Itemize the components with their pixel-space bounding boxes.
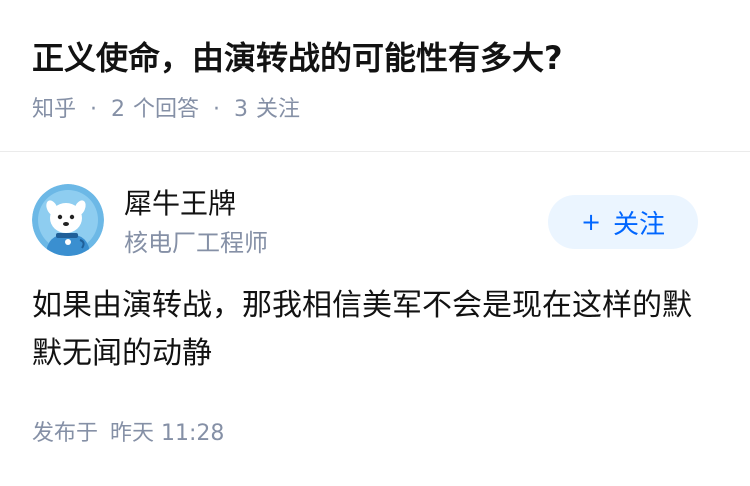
- follow-button[interactable]: + 关注: [548, 195, 698, 249]
- answer-content[interactable]: 如果由演转战，那我相信美军不会是现在这样的默默无闻的动静: [32, 282, 712, 378]
- question-title[interactable]: 正义使命，由演转战的可能性有多大?: [32, 34, 563, 82]
- blue-dog-avatar-icon: [32, 184, 104, 256]
- followers-label[interactable]: 关注: [256, 94, 300, 126]
- answers-count: 2: [111, 97, 126, 122]
- question-header: 正义使命，由演转战的可能性有多大? 知乎 · 2 个回答 · 3 关注: [0, 0, 750, 152]
- author-headline: 核电厂工程师: [124, 229, 268, 257]
- published-label: 发布于: [32, 421, 99, 446]
- followers-count: 3: [234, 97, 249, 122]
- question-meta: 知乎 · 2 个回答 · 3 关注: [32, 94, 300, 126]
- meta-separator: ·: [90, 97, 98, 122]
- author-name[interactable]: 犀牛王牌: [124, 184, 236, 224]
- published-time: 昨天 11:28: [110, 421, 225, 446]
- source-label[interactable]: 知乎: [32, 94, 76, 126]
- plus-icon: +: [580, 208, 602, 236]
- answers-label[interactable]: 个回答: [133, 94, 199, 126]
- answer-time: 发布于 昨天 11:28: [32, 418, 224, 450]
- follow-button-label: 关注: [613, 209, 666, 240]
- meta-separator: ·: [213, 97, 221, 122]
- answer-card: 犀牛王牌 核电厂工程师 + 关注 如果由演转战，那我相信美军不会是现在这样的默默…: [0, 152, 750, 486]
- avatar[interactable]: [32, 184, 104, 256]
